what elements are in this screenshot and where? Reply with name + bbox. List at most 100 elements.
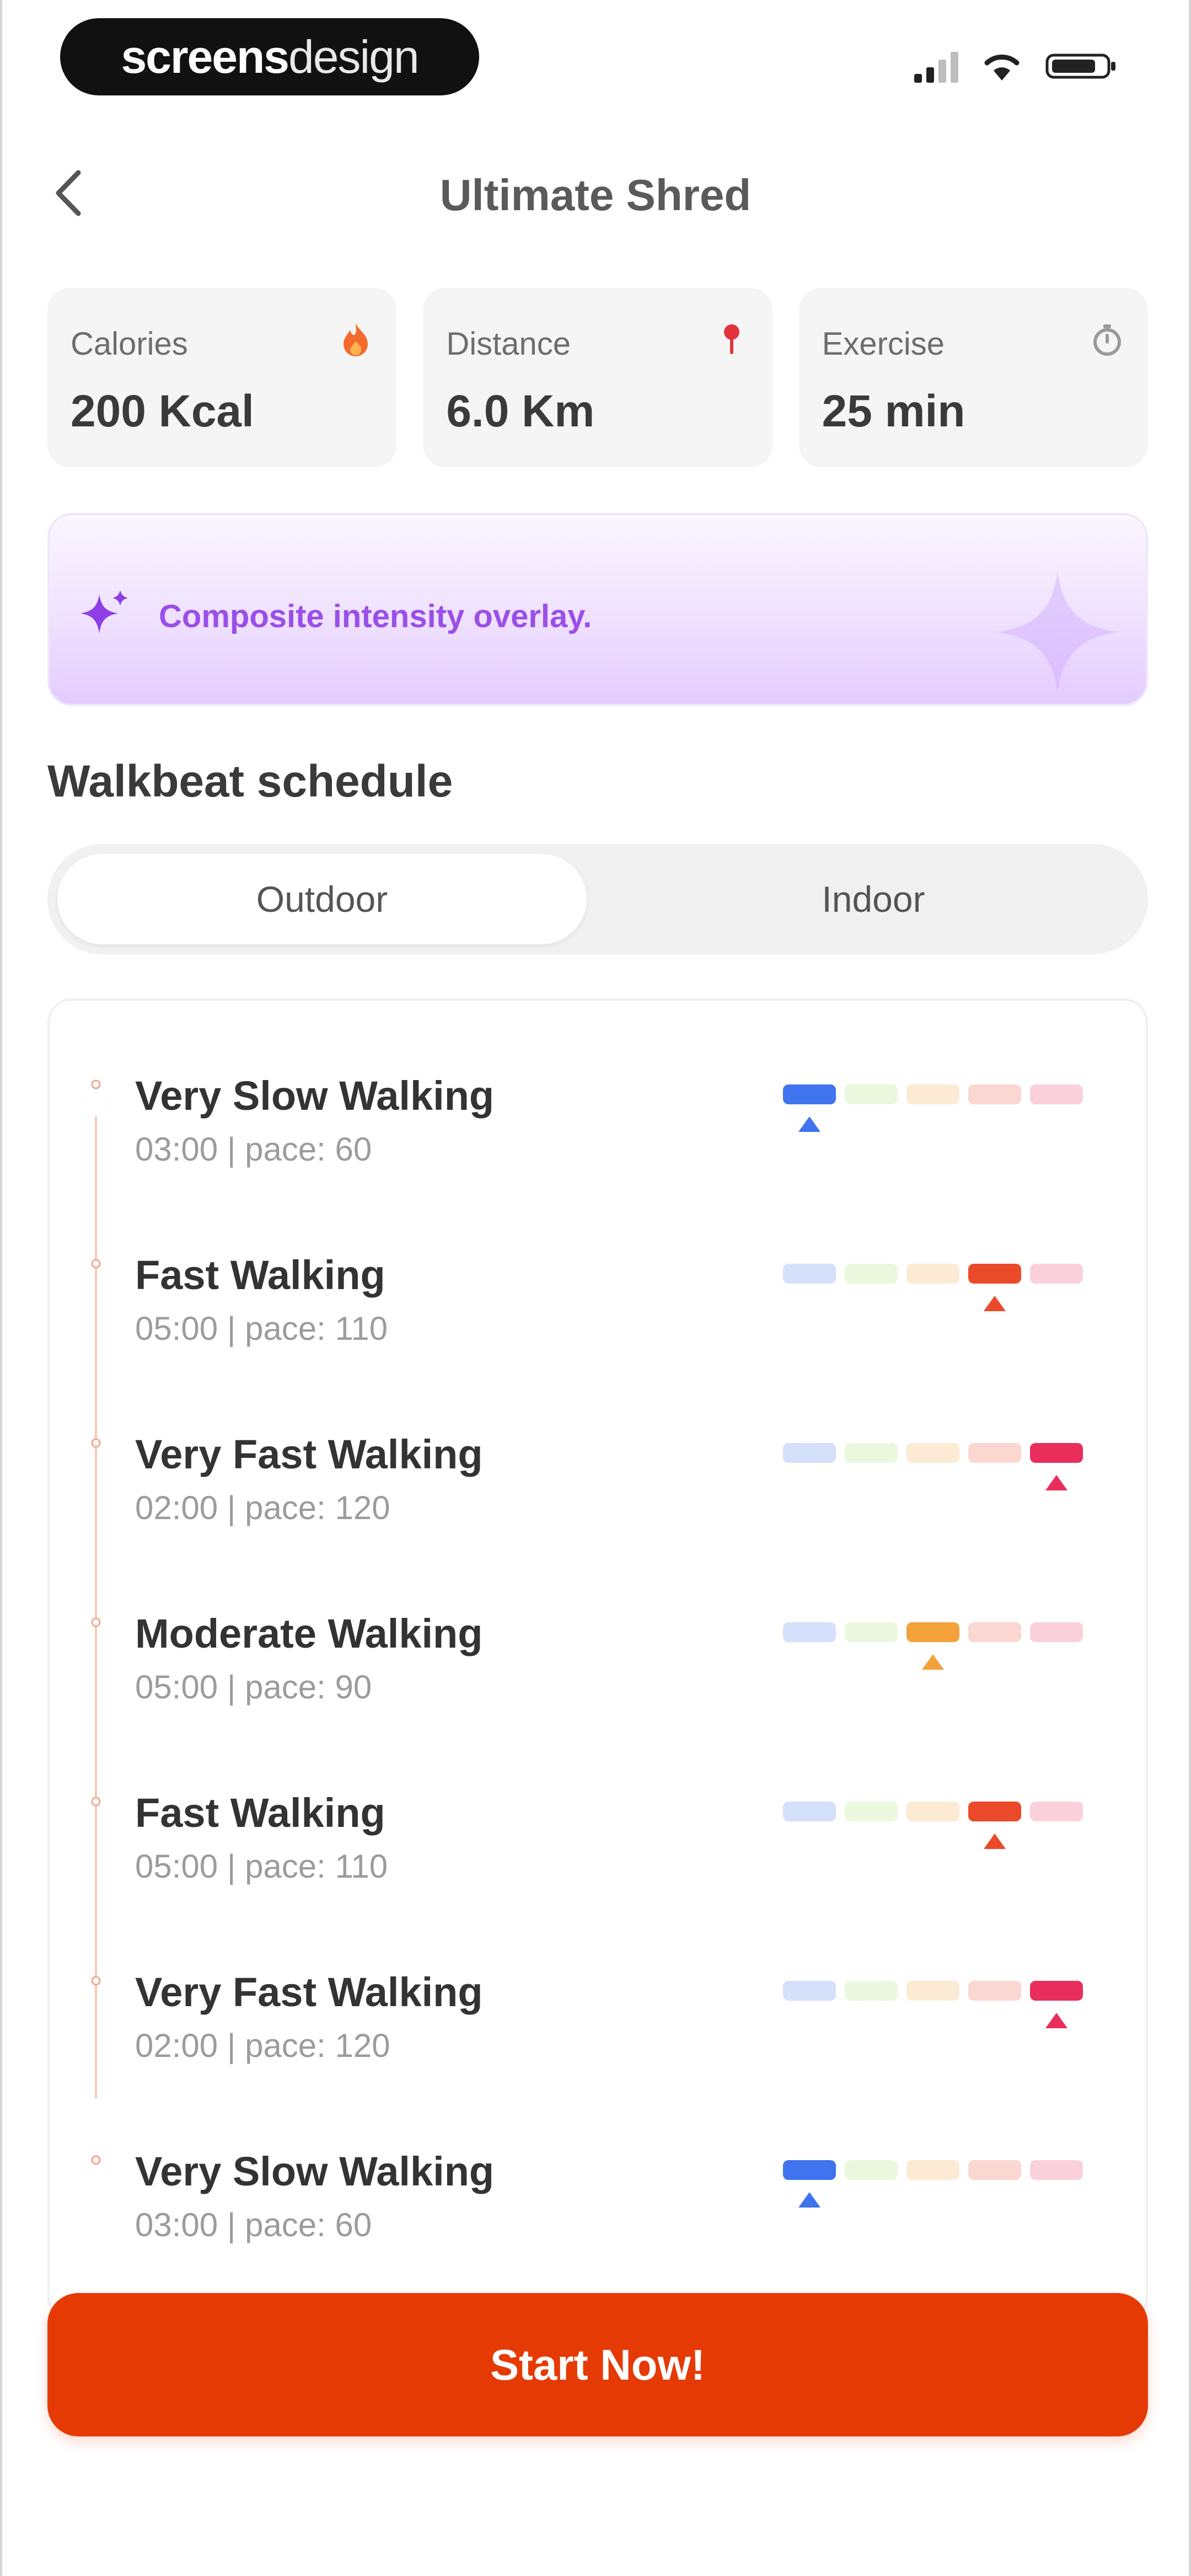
intensity-indicator: [783, 1802, 1092, 1862]
intensity-segment: [1030, 1981, 1083, 2001]
timeline-dot-icon: [91, 1079, 101, 1089]
intensity-indicator: [783, 1622, 1092, 1683]
item-name: Very Fast Walking: [135, 1969, 483, 2015]
intensity-indicator: [783, 1443, 1092, 1504]
environment-toggle: Outdoor Indoor: [47, 844, 1148, 954]
intensity-segment: [1030, 1443, 1083, 1463]
intensity-segment: [968, 1802, 1021, 1821]
intensity-marker-icon: [1045, 1475, 1067, 1490]
logo-light-text: design: [288, 30, 420, 83]
stat-card-calories: Calories 200 Kcal: [47, 288, 397, 467]
timer-icon: [1090, 322, 1125, 357]
timeline-dot-icon: [91, 1976, 101, 1986]
decorative-sparkle-icon: [997, 571, 1118, 693]
intensity-segment: [783, 2160, 836, 2180]
intensity-segment: [783, 1084, 836, 1104]
timeline-dot-icon: [91, 1797, 101, 1807]
stat-value: 25 min: [822, 386, 965, 436]
battery-icon: [1045, 54, 1115, 79]
intensity-segment: [845, 2160, 898, 2180]
schedule-item[interactable]: Fast Walking 05:00 | pace: 110: [50, 1789, 1146, 1944]
app-screen: screens design Ultimate Shred Calories 2…: [0, 0, 1191, 2576]
page-title: Ultimate Shred: [439, 170, 752, 220]
stat-value: 6.0 Km: [446, 386, 595, 436]
intensity-segment: [968, 1264, 1021, 1284]
intensity-segment: [1030, 1264, 1083, 1284]
intensity-segment: [968, 1084, 1021, 1104]
item-duration-pace: 02:00 | pace: 120: [135, 1489, 390, 1526]
schedule-item[interactable]: Very Slow Walking 03:00 | pace: 60: [50, 2148, 1146, 2302]
tab-outdoor[interactable]: Outdoor: [57, 854, 587, 944]
intensity-segment: [783, 1981, 836, 2001]
intensity-segment: [968, 2160, 1021, 2180]
signal-icon: [914, 50, 958, 83]
wifi-icon: [984, 55, 1020, 81]
stats-row: Calories 200 Kcal Distance 6.0 Km Exerci…: [47, 288, 1148, 467]
intensity-segment: [968, 1443, 1021, 1463]
location-pin-icon: [714, 322, 749, 357]
intensity-segment: [845, 1264, 898, 1284]
intensity-segment: [845, 1443, 898, 1463]
intensity-segment: [845, 1084, 898, 1104]
stat-value: 200 Kcal: [71, 386, 254, 436]
schedule-item[interactable]: Fast Walking 05:00 | pace: 110: [50, 1252, 1146, 1406]
status-bar: screens design: [2, 0, 1189, 110]
intensity-segment: [906, 1443, 959, 1463]
flame-icon: [338, 322, 373, 357]
intensity-segment: [783, 1443, 836, 1463]
timeline-dot-icon: [91, 2155, 101, 2165]
nav-bar: Ultimate Shred: [2, 149, 1189, 237]
item-name: Very Slow Walking: [135, 2149, 495, 2194]
timeline-dot-icon: [91, 1438, 101, 1448]
intensity-indicator: [783, 1981, 1092, 2041]
brand-logo: screens design: [60, 18, 479, 95]
intensity-marker-icon: [798, 1116, 820, 1132]
intensity-segment: [906, 1622, 959, 1642]
banner-text: Composite intensity overlay.: [159, 598, 592, 634]
intensity-segment: [1030, 1084, 1083, 1104]
intensity-indicator: [783, 2160, 1092, 2221]
intensity-indicator: [783, 1084, 1092, 1145]
intensity-marker-icon: [922, 1654, 944, 1670]
item-duration-pace: 03:00 | pace: 60: [135, 1131, 372, 1168]
schedule-item[interactable]: Very Fast Walking 02:00 | pace: 120: [50, 1969, 1146, 2123]
item-name: Very Fast Walking: [135, 1431, 483, 1477]
intensity-segment: [1030, 1622, 1083, 1642]
intensity-segment: [906, 2160, 959, 2180]
section-title: Walkbeat schedule: [47, 756, 453, 806]
item-duration-pace: 05:00 | pace: 90: [135, 1669, 372, 1706]
intensity-segment: [845, 1981, 898, 2001]
intensity-marker-icon: [1045, 2013, 1067, 2028]
intensity-segment: [906, 1084, 959, 1104]
schedule-item[interactable]: Very Slow Walking 03:00 | pace: 60: [50, 1072, 1146, 1227]
intensity-banner[interactable]: Composite intensity overlay.: [47, 513, 1148, 706]
logo-bold-text: screens: [121, 30, 289, 83]
item-duration-pace: 03:00 | pace: 60: [135, 2206, 372, 2243]
schedule-item[interactable]: Very Fast Walking 02:00 | pace: 120: [50, 1431, 1146, 1585]
status-icons: [914, 50, 1117, 83]
item-name: Very Slow Walking: [135, 1073, 495, 1119]
intensity-segment: [845, 1802, 898, 1821]
intensity-marker-icon: [984, 1834, 1006, 1849]
intensity-segment: [783, 1622, 836, 1642]
tab-indoor[interactable]: Indoor: [609, 854, 1138, 944]
item-duration-pace: 05:00 | pace: 110: [135, 1310, 388, 1347]
timeline-dot-icon: [91, 1259, 101, 1269]
intensity-segment: [845, 1622, 898, 1642]
schedule-item[interactable]: Moderate Walking 05:00 | pace: 90: [50, 1610, 1146, 1765]
item-duration-pace: 02:00 | pace: 120: [135, 2027, 390, 2064]
intensity-segment: [906, 1981, 959, 2001]
intensity-marker-icon: [798, 2192, 820, 2208]
intensity-segment: [968, 1981, 1021, 2001]
intensity-segment: [1030, 2160, 1083, 2180]
item-name: Moderate Walking: [135, 1611, 483, 1656]
item-duration-pace: 05:00 | pace: 110: [135, 1848, 388, 1885]
item-name: Fast Walking: [135, 1790, 385, 1836]
stat-card-distance: Distance 6.0 Km: [423, 288, 772, 467]
intensity-segment: [783, 1264, 836, 1284]
timeline-dot-icon: [91, 1617, 101, 1627]
item-name: Fast Walking: [135, 1252, 385, 1298]
start-now-button[interactable]: Start Now!: [47, 2293, 1148, 2436]
schedule-list: Very Slow Walking 03:00 | pace: 60 Fast Wa…: [47, 998, 1148, 2322]
intensity-segment: [1030, 1802, 1083, 1821]
